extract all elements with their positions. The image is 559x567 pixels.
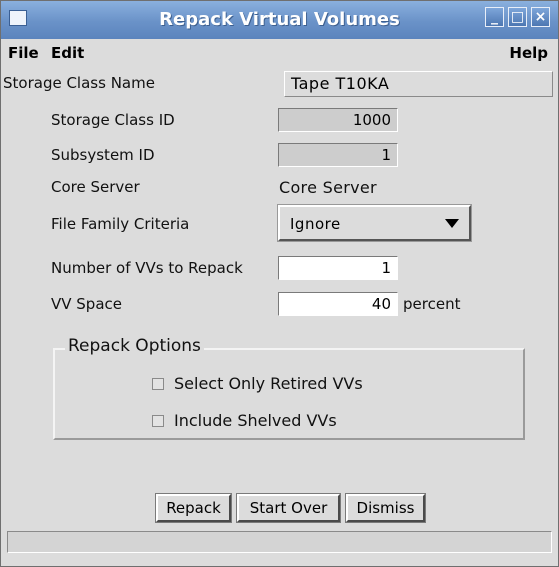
maximize-icon[interactable]: □ <box>508 7 527 27</box>
menu-help[interactable]: Help <box>509 44 548 62</box>
vv-space-label: VV Space <box>51 295 123 313</box>
storage-class-id-label: Storage Class ID <box>51 111 175 129</box>
start-over-button[interactable]: Start Over <box>237 494 340 522</box>
repack-button[interactable]: Repack <box>156 494 231 522</box>
subsystem-id-label: Subsystem ID <box>51 146 155 164</box>
menu-bar: File Edit Help <box>1 39 558 67</box>
minimize-icon[interactable]: _ <box>485 7 504 27</box>
menu-file[interactable]: File <box>8 44 39 62</box>
status-bar <box>7 531 552 553</box>
file-family-label: File Family Criteria <box>51 215 190 233</box>
dismiss-button[interactable]: Dismiss <box>346 494 425 522</box>
window-title: Repack Virtual Volumes <box>159 9 400 30</box>
file-family-value: Ignore <box>290 215 341 233</box>
repack-options-legend: Repack Options <box>65 336 204 356</box>
core-server-value: Core Server <box>279 178 377 197</box>
file-family-select[interactable]: Ignore <box>278 205 471 241</box>
include-shelved-label[interactable]: Include Shelved VVs <box>174 411 337 430</box>
select-retired-checkbox[interactable] <box>152 378 164 390</box>
vv-space-unit: percent <box>403 295 461 313</box>
close-icon[interactable]: × <box>531 7 550 27</box>
num-vvs-input[interactable]: 1 <box>278 256 398 280</box>
core-server-label: Core Server <box>51 178 140 196</box>
vv-space-input[interactable]: 40 <box>278 292 398 316</box>
title-bar[interactable]: Repack Virtual Volumes _ □ × <box>1 1 558 39</box>
select-retired-label[interactable]: Select Only Retired VVs <box>174 374 363 393</box>
repack-window: Repack Virtual Volumes _ □ × File Edit H… <box>0 0 559 567</box>
storage-class-id-field: 1000 <box>278 108 398 132</box>
include-shelved-checkbox[interactable] <box>152 415 164 427</box>
subsystem-id-field: 1 <box>278 143 398 167</box>
storage-class-name-label: Storage Class Name <box>3 74 155 92</box>
num-vvs-label: Number of VVs to Repack <box>51 259 243 277</box>
storage-class-name-field: Tape T10KA <box>284 71 553 97</box>
chevron-down-icon <box>445 219 459 228</box>
menu-edit[interactable]: Edit <box>51 44 84 62</box>
